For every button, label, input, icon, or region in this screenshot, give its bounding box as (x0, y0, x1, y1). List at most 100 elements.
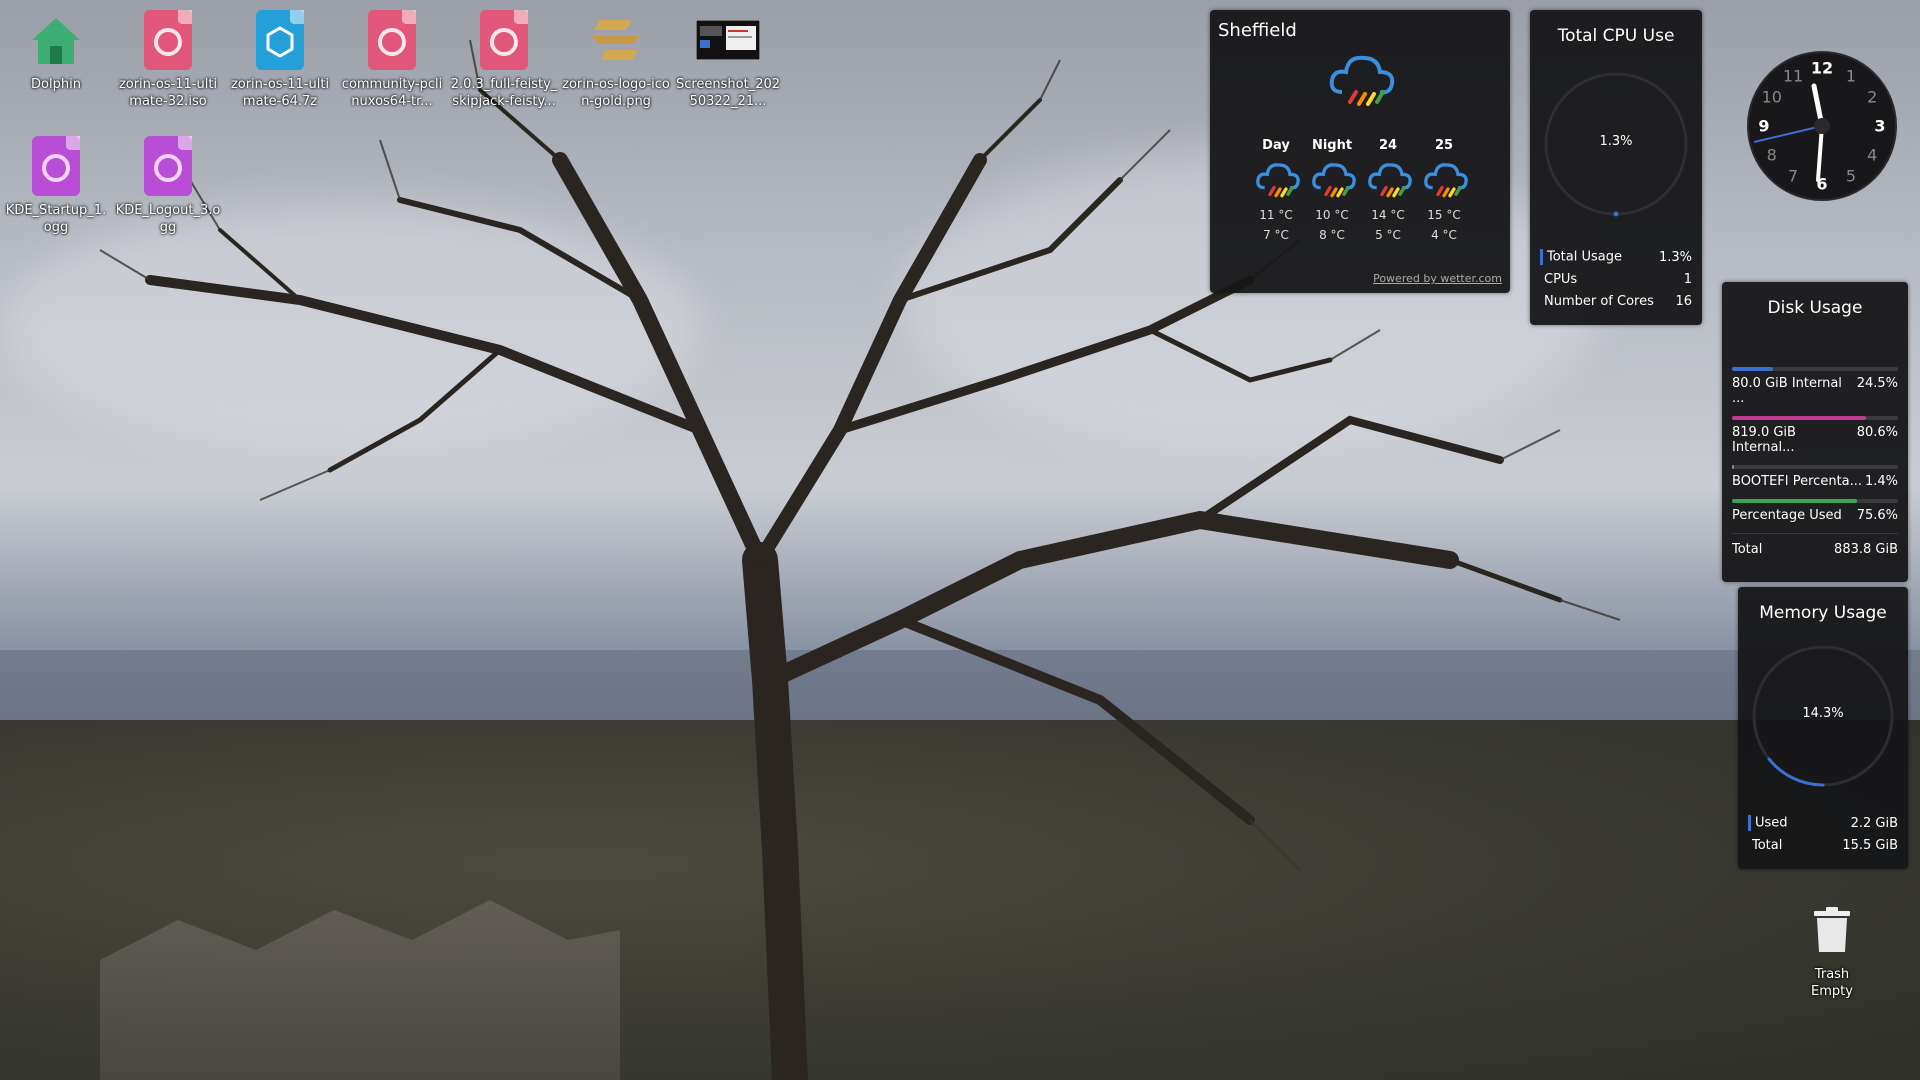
disk-row: BOOTEFI Percenta... 1.4% (1732, 465, 1898, 489)
desktop-icon-screenshot[interactable]: Screenshot_20250322_21... (674, 8, 782, 110)
disc-image-icon (136, 8, 200, 72)
disc-image-icon (472, 8, 536, 72)
disk-total-label: Total (1732, 542, 1763, 557)
series-swatch (1540, 249, 1543, 265)
row-value: 2.2 GiB (1850, 815, 1898, 831)
desktop-icon-dolphin[interactable]: Dolphin (2, 8, 110, 93)
forecast-high: 14 °C (1371, 208, 1405, 222)
cpu-widget[interactable]: Total CPU Use 1.3% Total Usage 1.3% CPUs… (1530, 10, 1702, 325)
divider (1732, 533, 1898, 534)
memory-widget[interactable]: Memory Usage 14.3% Used 2.2 GiB Total 15… (1738, 587, 1908, 869)
desktop-icon-zorin-32-iso[interactable]: zorin-os-11-ultimate-32.iso (114, 8, 222, 110)
forecast-low: 8 °C (1319, 228, 1345, 242)
disk-row-label: BOOTEFI Percenta... (1732, 474, 1863, 489)
forecast-day-24: 24 14 °C 5 °C (1360, 138, 1416, 242)
desktop-icon-label: zorin-os-logo-icon-gold.png (562, 77, 670, 109)
desktop-icon-feisty-skipjack[interactable]: 2.0.3_full-feisty_skipjack-feisty... (450, 8, 558, 110)
clock-number: 5 (1845, 166, 1857, 186)
desktop-icon-zorin-64-7z[interactable]: zorin-os-11-ultimate-64.7z (226, 8, 334, 110)
clock-number: 9 (1758, 116, 1770, 136)
desktop-icon-trash[interactable]: Trash Empty (1778, 898, 1886, 1000)
row-value: 15.5 GiB (1842, 837, 1898, 853)
desktop-icon-kde-logout[interactable]: KDE_Logout_3.ogg (114, 134, 222, 236)
trash-status: Empty (1811, 984, 1853, 999)
clock-number: 6 (1816, 174, 1828, 194)
forecast-label: Day (1262, 138, 1290, 153)
cpu-title: Total CPU Use (1557, 26, 1675, 46)
clock-number: 4 (1867, 145, 1878, 165)
screenshot-thumbnail-icon (696, 8, 760, 72)
row-label: Used (1755, 815, 1788, 831)
forecast-high: 10 °C (1315, 208, 1349, 222)
memory-title: Memory Usage (1759, 603, 1887, 623)
clock-number: 3 (1874, 116, 1886, 136)
row-value: 1.3% (1658, 249, 1692, 265)
home-folder-icon (24, 8, 88, 72)
usage-bar (1732, 416, 1898, 420)
forecast-low: 5 °C (1375, 228, 1401, 242)
clock-number: 12 (1810, 58, 1834, 78)
disk-title: Disk Usage (1767, 298, 1863, 318)
forecast-night: Night 10 °C 8 °C (1304, 138, 1360, 242)
series-swatch (1748, 815, 1751, 831)
audio-file-icon (24, 134, 88, 198)
row-value: 1 (1683, 271, 1692, 287)
clock-number: 2 (1867, 87, 1878, 107)
analog-clock[interactable]: 12 1 2 3 4 5 6 7 8 9 10 11 (1746, 50, 1898, 202)
clock-number: 11 (1782, 66, 1804, 86)
desktop-icon-label: KDE_Logout_3.ogg (115, 203, 221, 235)
disk-row-value: 24.5% (1856, 376, 1898, 391)
disk-row: 819.0 GiB Internal... 80.6% (1732, 416, 1898, 455)
desktop-icon-pclinuxos[interactable]: community-pclinuxos64-tr... (338, 8, 446, 110)
desktop-icon-label: 2.0.3_full-feisty_skipjack-feisty... (450, 77, 558, 109)
memory-row-total: Total 15.5 GiB (1748, 834, 1898, 856)
desktop-icon-label: community-pclinuxos64-tr... (341, 77, 443, 109)
memory-gauge: 14.3% (1750, 643, 1896, 789)
clock-number: 1 (1845, 66, 1857, 86)
row-label: Total (1752, 837, 1783, 853)
disc-image-icon (360, 8, 424, 72)
disk-row-value: 75.6% (1856, 508, 1898, 523)
disk-row-label: 80.0 GiB Internal ... (1732, 376, 1842, 406)
trash-icon (1800, 898, 1864, 962)
cpu-gauge: 1.3% (1542, 70, 1690, 218)
disk-row-label: 819.0 GiB Internal... (1732, 425, 1796, 455)
forecast-label: Night (1311, 138, 1353, 153)
usage-bar (1732, 499, 1898, 503)
row-label: Number of Cores (1544, 293, 1654, 309)
usage-bar (1732, 367, 1898, 371)
weather-city: Sheffield (1218, 20, 1297, 41)
disk-total-row: Total 883.8 GiB (1732, 542, 1898, 557)
disk-total-value: 883.8 GiB (1834, 542, 1898, 557)
rain-cloud-icon (1251, 161, 1304, 204)
forecast-label: 25 (1434, 138, 1454, 153)
disk-row-label: Percentage Used (1732, 508, 1842, 523)
cpu-row-cpus: CPUs 1 (1540, 268, 1692, 290)
audio-file-icon (136, 134, 200, 198)
rain-cloud-icon (1307, 161, 1360, 204)
cpu-row-total-usage: Total Usage 1.3% (1540, 246, 1692, 268)
rain-cloud-icon (1328, 52, 1396, 116)
desktop-icon-label: zorin-os-11-ultimate-64.7z (230, 77, 330, 109)
desktop-icon-zorin-logo-png[interactable]: zorin-os-logo-icon-gold.png (562, 8, 670, 110)
row-label: CPUs (1544, 271, 1578, 287)
desktop-icon-label: KDE_Startup_1.ogg (5, 203, 107, 235)
weather-widget[interactable]: Sheffield Day 11 °C 7 °C Night 10 °C 8 °… (1210, 10, 1510, 293)
disk-row: Percentage Used 75.6% (1732, 499, 1898, 523)
rain-cloud-icon (1419, 161, 1472, 204)
forecast-low: 7 °C (1263, 228, 1289, 242)
archive-icon (248, 8, 312, 72)
forecast-high: 11 °C (1259, 208, 1293, 222)
trash-label: Trash (1814, 967, 1850, 982)
forecast-day: Day 11 °C 7 °C (1248, 138, 1304, 242)
powered-by-link[interactable]: Powered by wetter.com (1373, 272, 1502, 285)
desktop-icon-label: Dolphin (31, 77, 81, 92)
cpu-row-cores: Number of Cores 16 (1540, 290, 1692, 312)
clock-number: 10 (1761, 87, 1782, 107)
row-label: Total Usage (1547, 249, 1622, 265)
desktop-icon-kde-startup[interactable]: KDE_Startup_1.ogg (2, 134, 110, 236)
row-value: 16 (1675, 293, 1692, 309)
memory-row-used: Used 2.2 GiB (1748, 812, 1898, 834)
clock-number: 8 (1766, 145, 1777, 165)
disk-widget[interactable]: Disk Usage 80.0 GiB Internal ... 24.5% 81… (1722, 282, 1908, 582)
